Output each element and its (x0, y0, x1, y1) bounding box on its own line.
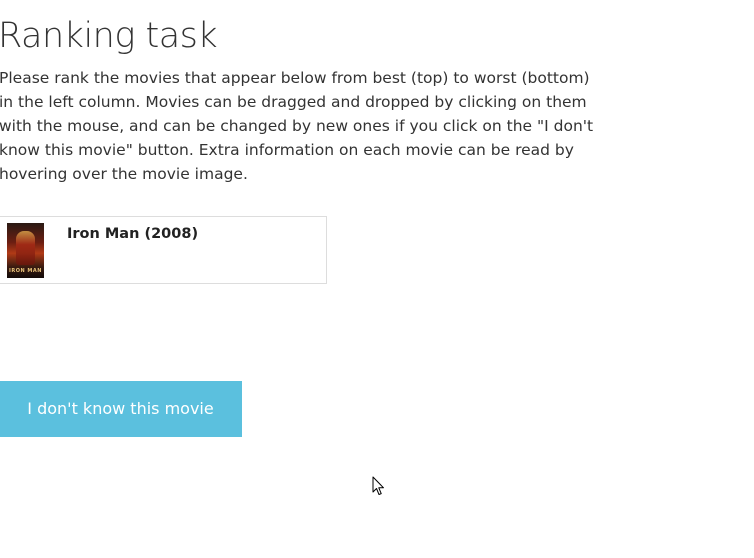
dont-know-movie-button[interactable]: I don't know this movie (0, 381, 242, 437)
instructions-text: Please rank the movies that appear below… (0, 69, 594, 183)
page-title: Ranking task (0, 16, 218, 56)
poster-figure (16, 231, 35, 265)
movie-poster-image[interactable]: IRON MAN (7, 223, 44, 278)
mouse-cursor-icon (372, 476, 384, 495)
movie-title: Iron Man (2008) (67, 226, 199, 242)
poster-title-text: IRON MAN (9, 268, 42, 274)
